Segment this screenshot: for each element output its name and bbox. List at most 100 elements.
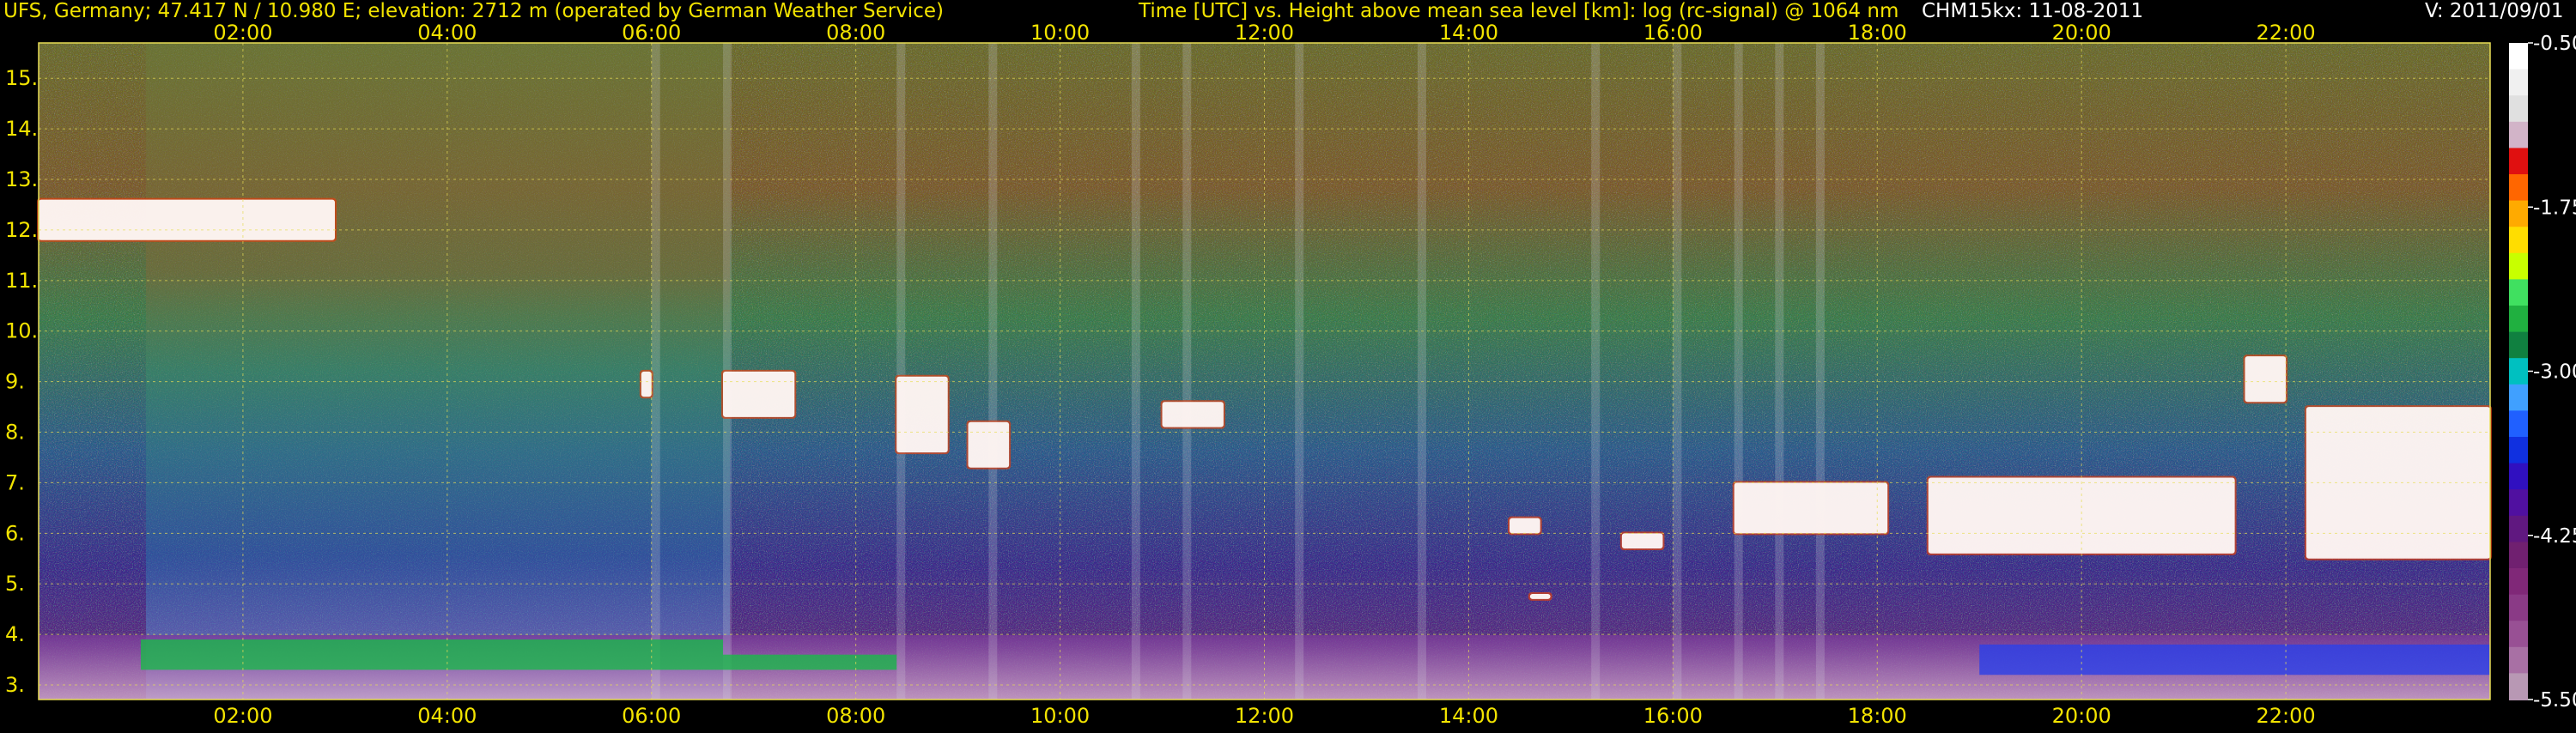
y-tick-label: 10. bbox=[5, 319, 38, 343]
y-tick-label: 13. bbox=[5, 167, 38, 191]
ceilometer-chart: UFS, Germany; 47.417 N / 10.980 E; eleva… bbox=[3, 0, 2576, 728]
colorbar-ticks: -0.50 -1.75 -3.00 -4.25 -5.50 bbox=[2528, 33, 2576, 712]
colorbar-segment bbox=[2509, 568, 2528, 596]
noise-streak bbox=[651, 43, 660, 700]
x-tick-label-bottom: 06:00 bbox=[622, 704, 681, 728]
noise-streak bbox=[1775, 43, 1784, 700]
colorbar-segment bbox=[2509, 673, 2528, 700]
x-tick-label-bottom: 02:00 bbox=[213, 704, 272, 728]
cloud-layer bbox=[1734, 482, 1888, 534]
x-tick-label-top: 14:00 bbox=[1439, 21, 1498, 45]
noise-streak bbox=[1417, 43, 1426, 700]
x-tick-label-bottom: 16:00 bbox=[1643, 704, 1703, 728]
colorbar-segment bbox=[2509, 279, 2528, 306]
cloud-layer bbox=[723, 371, 795, 417]
colorbar-tick-label: -1.75 bbox=[2533, 197, 2576, 219]
instrument-date-text: CHM15kx: 11-08-2011 bbox=[1922, 0, 2143, 22]
noise-streak bbox=[1734, 43, 1743, 700]
x-tick-label-top: 02:00 bbox=[213, 21, 272, 45]
colorbar-tick-label: -0.50 bbox=[2533, 33, 2576, 55]
x-tick-label-top: 16:00 bbox=[1643, 21, 1703, 45]
colorbar-segment bbox=[2509, 621, 2528, 648]
x-tick-label-top: 08:00 bbox=[826, 21, 885, 45]
x-tick-label-bottom: 18:00 bbox=[1848, 704, 1907, 728]
cloud-layer bbox=[1529, 594, 1551, 599]
y-tick-label: 7. bbox=[5, 470, 25, 494]
x-tick-label-top: 12:00 bbox=[1235, 21, 1294, 45]
noise-streak bbox=[896, 43, 906, 700]
colorbar-segment bbox=[2509, 43, 2528, 70]
colorbar-segment bbox=[2509, 252, 2528, 281]
aerosol-layer bbox=[140, 639, 724, 670]
x-axis-bottom: 02:00 04:00 06:00 08:00 10:00 12:00 14:00 16:00… bbox=[213, 704, 2315, 728]
version-text: V: 2011/09/01 bbox=[2425, 0, 2563, 22]
x-tick-label-bottom: 20:00 bbox=[2052, 704, 2111, 728]
colorbar-tick-label: -3.00 bbox=[2533, 361, 2576, 384]
ceilometer-plot: UFS, Germany; 47.417 N / 10.980 E; eleva… bbox=[0, 0, 2576, 730]
aerosol-layer bbox=[723, 654, 897, 670]
y-tick-label: 4. bbox=[5, 622, 25, 646]
colorbar-segment bbox=[2509, 463, 2528, 491]
cloud-layer bbox=[896, 376, 948, 453]
colorbar-segment bbox=[2509, 148, 2528, 175]
cloud-layer bbox=[968, 421, 1010, 468]
y-tick-label: 3. bbox=[5, 673, 25, 697]
noise-streak bbox=[1591, 43, 1601, 700]
cloud-layer bbox=[1162, 402, 1224, 427]
cloud-layer bbox=[2245, 356, 2287, 403]
x-axis-top: 02:00 04:00 06:00 08:00 10:00 12:00 14:00 16:00… bbox=[213, 21, 2315, 45]
y-tick-label: 15. bbox=[5, 66, 38, 90]
noise-streak bbox=[1131, 43, 1140, 700]
y-tick-label: 8. bbox=[5, 421, 25, 445]
colorbar-segment bbox=[2509, 174, 2528, 202]
plot-description-text: Time [UTC] vs. Height above mean sea lev… bbox=[1138, 0, 1899, 22]
noise-streak bbox=[988, 43, 998, 700]
plot-area bbox=[37, 42, 2492, 700]
y-tick-label: 9. bbox=[5, 370, 25, 394]
noise-streak bbox=[1182, 43, 1192, 700]
cloud-layer bbox=[641, 371, 652, 397]
colorbar-segment bbox=[2509, 515, 2528, 543]
colorbar bbox=[2509, 43, 2528, 700]
cloud-layer bbox=[1621, 533, 1663, 549]
colorbar-tick-label: -5.50 bbox=[2533, 689, 2576, 712]
colorbar-segment bbox=[2509, 384, 2528, 412]
x-tick-label-top: 22:00 bbox=[2256, 21, 2315, 45]
colorbar-segment bbox=[2509, 200, 2528, 228]
colorbar-segment bbox=[2509, 306, 2528, 333]
noise-streak bbox=[1815, 43, 1825, 700]
cloud-layer bbox=[39, 199, 335, 240]
colorbar-segment bbox=[2509, 594, 2528, 622]
x-tick-label-bottom: 14:00 bbox=[1439, 704, 1498, 728]
y-axis: 3. 4. 5. 6. 7. 8. 9. 10. 11. 12. 13. 14. 15. bbox=[5, 66, 38, 697]
noise-streak bbox=[1295, 43, 1304, 700]
colorbar-segment bbox=[2509, 331, 2528, 360]
x-tick-label-bottom: 12:00 bbox=[1235, 704, 1294, 728]
colorbar-segment bbox=[2509, 69, 2528, 97]
colorbar-segment bbox=[2509, 121, 2528, 149]
x-tick-label-top: 04:00 bbox=[417, 21, 477, 45]
noise-streak bbox=[1673, 43, 1682, 700]
x-tick-label-bottom: 22:00 bbox=[2256, 704, 2315, 728]
y-tick-label: 12. bbox=[5, 218, 38, 242]
colorbar-segment bbox=[2509, 489, 2528, 517]
colorbar-segment bbox=[2509, 542, 2528, 569]
y-tick-label: 6. bbox=[5, 521, 25, 545]
colorbar-segment bbox=[2509, 646, 2528, 675]
x-tick-label-top: 18:00 bbox=[1848, 21, 1907, 45]
x-tick-label-top: 10:00 bbox=[1030, 21, 1090, 45]
aerosol-layer bbox=[1979, 644, 2490, 675]
x-tick-label-bottom: 08:00 bbox=[826, 704, 885, 728]
station-info-text: UFS, Germany; 47.417 N / 10.980 E; eleva… bbox=[3, 0, 944, 22]
y-tick-label: 5. bbox=[5, 572, 25, 596]
y-tick-label: 11. bbox=[5, 269, 38, 293]
colorbar-segment bbox=[2509, 437, 2528, 464]
cloud-layer bbox=[1510, 518, 1540, 534]
colorbar-segment bbox=[2509, 227, 2528, 254]
colorbar-segment bbox=[2509, 95, 2528, 123]
x-tick-label-top: 20:00 bbox=[2052, 21, 2111, 45]
colorbar-segment bbox=[2509, 410, 2528, 438]
colorbar-tick-label: -4.25 bbox=[2533, 525, 2576, 548]
x-tick-label-top: 06:00 bbox=[622, 21, 681, 45]
x-tick-label-bottom: 10:00 bbox=[1030, 704, 1090, 728]
